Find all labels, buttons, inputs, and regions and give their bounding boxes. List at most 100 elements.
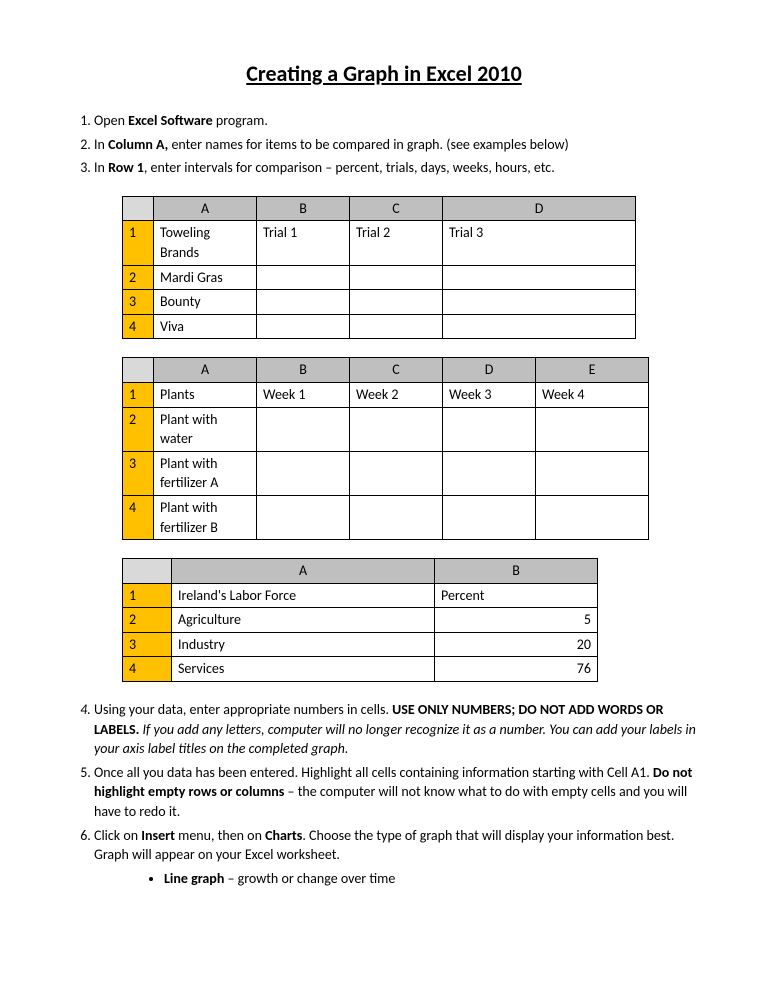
step-1-post: program. [213,112,268,129]
cell [350,290,443,315]
cell: Agriculture [172,608,435,633]
row-header: 1 [123,382,154,407]
cell: Trial 2 [350,221,443,265]
cell [257,290,350,315]
step-6-mid: menu, then on [175,827,265,844]
step-1: Open Excel Software program. [94,111,696,131]
cell: 5 [435,608,598,633]
row-header: 1 [123,221,154,265]
step-2: In Column A, enter names for items to be… [94,135,696,155]
cell [443,451,536,495]
cell [350,407,443,451]
cell [257,495,350,539]
graph-type-list: Line graph – growth or change over time [164,869,696,889]
step-6: Click on Insert menu, then on Charts. Ch… [94,826,696,889]
example-table-1: A B C D 1 Toweling Brands Trial 1 Trial … [122,196,636,340]
table-corner [123,196,154,221]
col-header: D [443,196,636,221]
table-row: 1 Toweling Brands Trial 1 Trial 2 Trial … [123,221,636,265]
table-row: 1 Plants Week 1 Week 2 Week 3 Week 4 [123,382,649,407]
table-row: 3 Plant with fertilizer A [123,451,649,495]
table-row: 2 Mardi Gras [123,265,636,290]
cell [443,495,536,539]
step-3-pre: In [94,159,108,176]
row-header: 3 [123,632,172,657]
example-table-3: A B 1 Ireland's Labor Force Percent 2 Ag… [122,558,598,682]
step-4-italic: If you add any letters, computer will no… [94,721,696,758]
step-3: In Row 1, enter intervals for comparison… [94,158,696,682]
col-header: A [154,358,257,383]
cell: Week 2 [350,382,443,407]
row-header: 2 [123,407,154,451]
cell: Trial 3 [443,221,636,265]
table-row: 3 Bounty [123,290,636,315]
cell [350,495,443,539]
cell [443,290,636,315]
cell [350,451,443,495]
col-header: B [257,196,350,221]
cell: Services [172,657,435,682]
bullet-bold: Line graph [164,870,224,887]
cell [443,314,636,339]
row-header: 2 [123,265,154,290]
table-row: 4 Viva [123,314,636,339]
cell [257,314,350,339]
row-header: 4 [123,495,154,539]
col-header: C [350,358,443,383]
cell [536,495,649,539]
cell: Mardi Gras [154,265,257,290]
cell: Week 3 [443,382,536,407]
cell: Industry [172,632,435,657]
row-header: 3 [123,290,154,315]
cell: 76 [435,657,598,682]
step-1-bold: Excel Software [128,112,213,129]
cell [536,451,649,495]
step-3-post: , enter intervals for comparison – perce… [144,159,555,176]
step-4-pre: Using your data, enter appropriate numbe… [94,701,392,718]
cell [443,407,536,451]
col-header: E [536,358,649,383]
bullet-line-graph: Line graph – growth or change over time [164,869,696,889]
step-2-post: enter names for items to be compared in … [168,136,569,153]
step-6-bold2: Charts [265,827,302,844]
table-header-row: A B C D [123,196,636,221]
table-corner [123,358,154,383]
cell [350,265,443,290]
step-6-pre: Click on [94,827,141,844]
cell [257,265,350,290]
cell [443,265,636,290]
cell: Ireland's Labor Force [172,583,435,608]
table-row: 2 Agriculture 5 [123,608,598,633]
example-table-2: A B C D E 1 Plants Week 1 Week 2 Week 3 … [122,357,649,540]
cell [536,407,649,451]
instruction-list: Open Excel Software program. In Column A… [72,111,696,888]
col-header: A [172,559,435,584]
cell: Plant with fertilizer B [154,495,257,539]
table-row: 4 Plant with fertilizer B [123,495,649,539]
row-header: 3 [123,451,154,495]
cell: Bounty [154,290,257,315]
step-4: Using your data, enter appropriate numbe… [94,700,696,759]
table-header-row: A B [123,559,598,584]
cell [257,407,350,451]
step-2-pre: In [94,136,108,153]
table-header-row: A B C D E [123,358,649,383]
page-title: Creating a Graph in Excel 2010 [72,60,696,87]
col-header: B [257,358,350,383]
cell [350,314,443,339]
cell: Week 1 [257,382,350,407]
step-1-pre: Open [94,112,128,129]
table-corner [123,559,172,584]
cell: 20 [435,632,598,657]
cell: Plants [154,382,257,407]
table-row: 1 Ireland's Labor Force Percent [123,583,598,608]
cell [257,451,350,495]
table-row: 4 Services 76 [123,657,598,682]
col-header: C [350,196,443,221]
step-5: Once all you data has been entered. High… [94,763,696,822]
step-5-pre: Once all you data has been entered. High… [94,764,653,781]
row-header: 1 [123,583,172,608]
col-header: B [435,559,598,584]
table-row: 3 Industry 20 [123,632,598,657]
cell: Plant with water [154,407,257,451]
